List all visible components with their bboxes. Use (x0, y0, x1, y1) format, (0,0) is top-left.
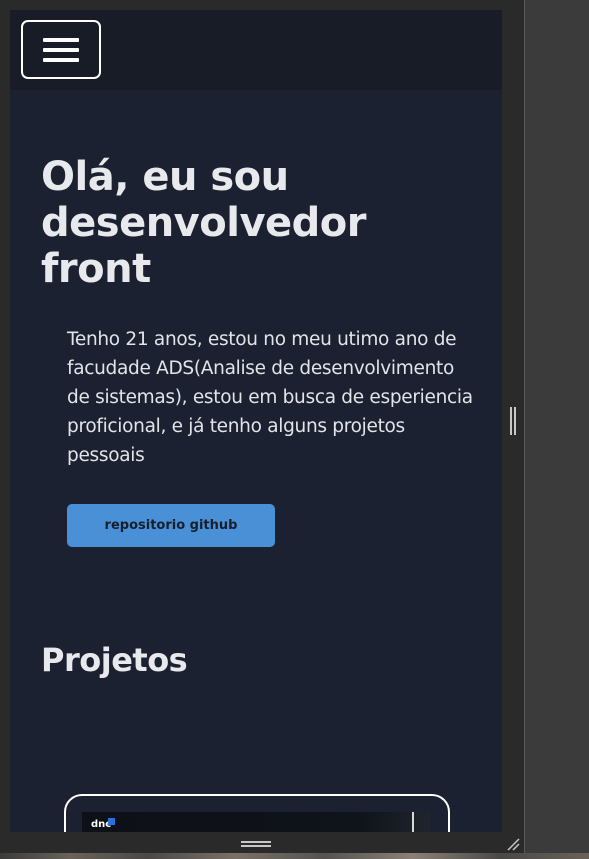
device-emulation-frame: Olá, eu sou desenvolvedor front Tenho 21… (0, 0, 589, 859)
projects-section-title: Projetos (41, 641, 188, 679)
resize-grip-line (514, 407, 516, 435)
resize-grip-line (510, 407, 512, 435)
hamburger-menu-icon-line (43, 57, 79, 62)
project-thumbnail: dnc (82, 812, 430, 832)
resize-handle-right[interactable] (509, 407, 517, 435)
menu-button[interactable] (21, 20, 101, 79)
github-repository-button[interactable]: repositorio github (67, 504, 275, 547)
header-bar (10, 10, 502, 90)
hamburger-menu-icon (43, 37, 79, 42)
project-logo: dnc (91, 818, 116, 830)
thumbnail-edge (412, 812, 414, 832)
resize-handle-bottom[interactable] (241, 840, 273, 848)
desktop-background-strip (0, 853, 589, 859)
resize-corner-icon[interactable] (505, 836, 521, 852)
page-viewport: Olá, eu sou desenvolvedor front Tenho 21… (10, 10, 502, 832)
project-card[interactable]: dnc (64, 794, 450, 832)
hamburger-menu-icon-line (43, 47, 79, 52)
hero-title: Olá, eu sou desenvolvedor front (41, 154, 366, 292)
hero-description: Tenho 21 anos, estou no meu utimo ano de… (67, 329, 473, 466)
resize-grip-line (241, 841, 271, 843)
resize-grip-line (241, 845, 271, 847)
